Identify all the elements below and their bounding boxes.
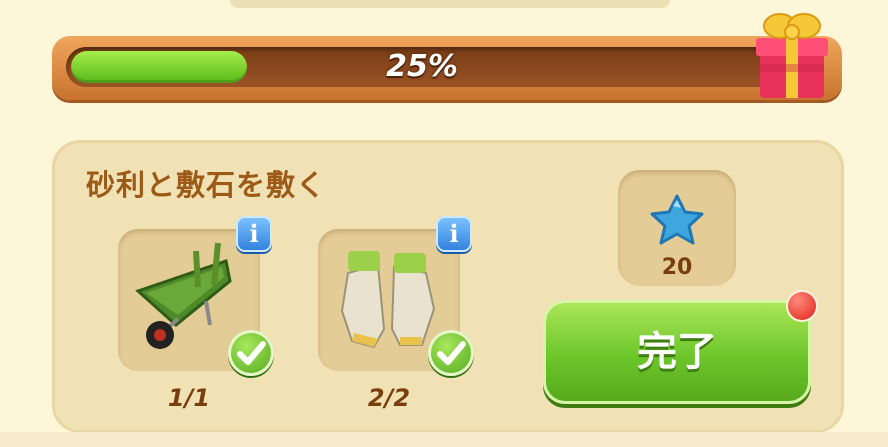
complete-button[interactable]: 完了 xyxy=(543,300,811,404)
bottom-strip xyxy=(0,432,888,447)
checkmark-icon xyxy=(228,330,274,376)
item-count: 2/2 xyxy=(367,384,411,412)
info-button[interactable]: i xyxy=(436,216,472,252)
item-count: 1/1 xyxy=(167,384,211,412)
task-title: 砂利と敷石を敷く xyxy=(86,168,327,202)
reward-amount: 20 xyxy=(661,255,693,280)
gift-box-icon[interactable] xyxy=(752,4,832,102)
complete-button-label: 完了 xyxy=(637,329,717,375)
progress-bar: 25% xyxy=(52,36,842,100)
info-button[interactable]: i xyxy=(236,216,272,252)
top-strip xyxy=(230,0,670,8)
checkmark-icon xyxy=(428,330,474,376)
progress-percent: 25% xyxy=(386,49,458,84)
notification-dot xyxy=(788,292,816,320)
progress-track: 25% xyxy=(66,47,778,87)
